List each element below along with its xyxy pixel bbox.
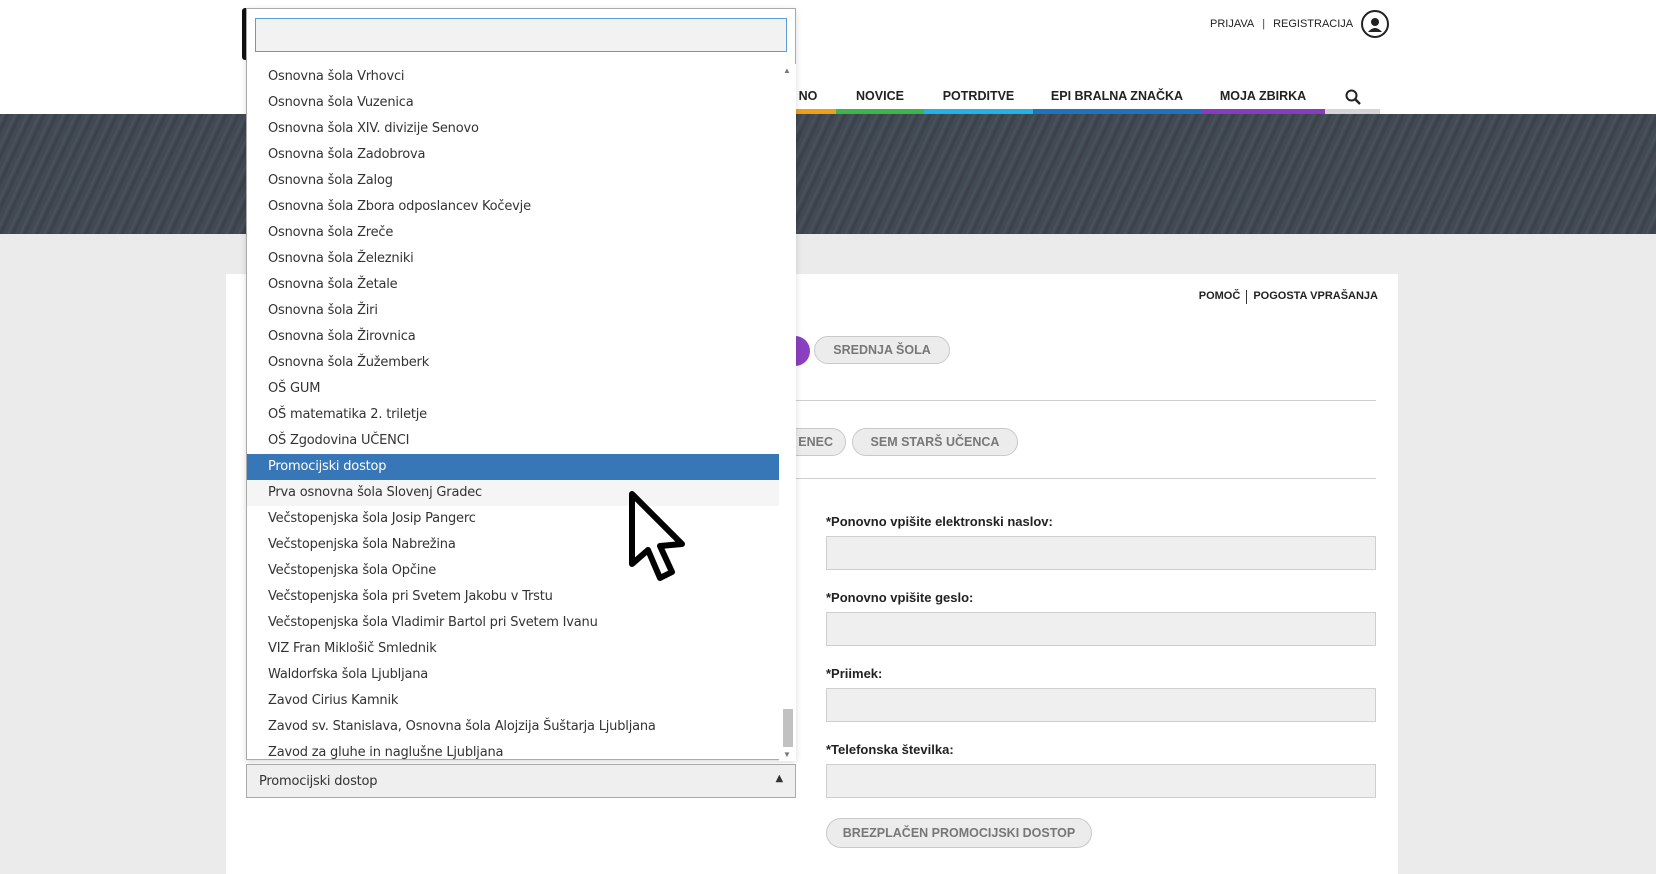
nav-item-potrditve[interactable]: POTRDITVE bbox=[924, 86, 1033, 118]
password-repeat-label: *Ponovno vpišite geslo: bbox=[826, 590, 974, 605]
school-search-input[interactable] bbox=[255, 18, 787, 52]
school-option[interactable]: Osnovna šola Zadobrova bbox=[247, 142, 779, 168]
mouse-pointer-icon bbox=[629, 491, 685, 581]
school-option[interactable]: Osnovna šola Vuzenica bbox=[247, 90, 779, 116]
school-option[interactable]: Osnovna šola Žužemberk bbox=[247, 350, 779, 376]
divider bbox=[796, 478, 1376, 479]
school-option[interactable]: Osnovna šola Zbora odposlancev Kočevje bbox=[247, 194, 779, 220]
search-icon bbox=[1345, 89, 1361, 108]
nav-item-label: NOVICE bbox=[856, 89, 904, 103]
school-option[interactable]: Zavod za gluhe in naglušne Ljubljana bbox=[247, 740, 779, 761]
nav-search-button[interactable] bbox=[1325, 86, 1380, 118]
nav-item-label: NO bbox=[798, 89, 818, 103]
school-option[interactable]: Osnovna šola Vrhovci bbox=[247, 64, 779, 90]
school-option[interactable]: Večstopenjska šola pri Svetem Jakobu v T… bbox=[247, 584, 779, 610]
school-option[interactable]: Prva osnovna šola Slovenj Gradec bbox=[247, 480, 779, 506]
help-links: POMOČ POGOSTA VPRAŠANJA bbox=[1199, 290, 1378, 304]
scroll-up-icon[interactable]: ▲ bbox=[783, 66, 791, 75]
nav-item-label: MOJA ZBIRKA bbox=[1219, 89, 1307, 103]
school-options-list: Osnovna šola Vrhovci Osnovna šola Vuzenic… bbox=[247, 64, 779, 761]
school-option[interactable]: OŠ Zgodovina UČENCI bbox=[247, 428, 779, 454]
secondary-school-button[interactable]: SREDNJA ŠOLA bbox=[814, 336, 950, 364]
school-option[interactable]: Zavod sv. Stanislava, Osnovna šola Alojz… bbox=[247, 714, 779, 740]
school-option[interactable]: Osnovna šola Železniki bbox=[247, 246, 779, 272]
school-option[interactable]: Osnovna šola Žirovnica bbox=[247, 324, 779, 350]
caret-up-icon: ▲ bbox=[775, 773, 784, 784]
register-link[interactable]: REGISTRACIJA bbox=[1273, 18, 1353, 30]
password-repeat-field[interactable] bbox=[826, 612, 1376, 646]
nav-item-label: EPI BRALNA ZNAČKA bbox=[1050, 89, 1184, 103]
school-select-value: Promocijski dostop bbox=[259, 773, 378, 789]
login-link[interactable]: PRIJAVA bbox=[1210, 18, 1254, 30]
school-option[interactable]: Zavod Cirius Kamnik bbox=[247, 688, 779, 714]
school-option[interactable]: Večstopenjska šola Josip Pangerc bbox=[247, 506, 779, 532]
auth-separator: | bbox=[1262, 18, 1266, 30]
school-select[interactable]: Promocijski dostop ▲ bbox=[246, 764, 796, 798]
scroll-down-icon[interactable]: ▼ bbox=[783, 750, 791, 759]
nav-item-moja-zbirka[interactable]: MOJA ZBIRKA bbox=[1201, 86, 1325, 118]
phone-field[interactable] bbox=[826, 764, 1376, 798]
school-option[interactable]: Večstopenjska šola Opčine bbox=[247, 558, 779, 584]
free-promo-access-button[interactable]: BREZPLAČEN PROMOCIJSKI DOSTOP bbox=[826, 818, 1092, 848]
email-repeat-field[interactable] bbox=[826, 536, 1376, 570]
school-option[interactable]: Osnovna šola Zreče bbox=[247, 220, 779, 246]
scrollbar-thumb[interactable] bbox=[783, 709, 793, 747]
school-option[interactable]: VIZ Fran Miklošič Smlednik bbox=[247, 636, 779, 662]
school-option[interactable]: Waldorfska šola Ljubljana bbox=[247, 662, 779, 688]
nav-item-novice[interactable]: NOVICE bbox=[836, 86, 924, 118]
phone-label: *Telefonska številka: bbox=[826, 742, 954, 757]
school-option[interactable]: Osnovna šola Žetale bbox=[247, 272, 779, 298]
school-option[interactable]: Večstopenjska šola Vladimir Bartol pri S… bbox=[247, 610, 779, 636]
nav-item-label: POTRDITVE bbox=[942, 89, 1015, 103]
school-select-dropdown: Osnovna šola Vrhovci Osnovna šola Vuzenic… bbox=[246, 8, 796, 761]
faq-link[interactable]: POGOSTA VPRAŠANJA bbox=[1253, 290, 1378, 304]
main-nav: NO NOVICE POTRDITVE EPI BRALNA ZNAČKA MO… bbox=[780, 86, 1380, 118]
user-silhouette-icon[interactable] bbox=[1361, 10, 1390, 38]
help-divider bbox=[1246, 290, 1248, 304]
school-option[interactable]: OŠ GUM bbox=[247, 376, 779, 402]
help-link[interactable]: POMOČ bbox=[1199, 290, 1241, 304]
divider bbox=[796, 400, 1376, 401]
auth-links: PRIJAVA | REGISTRACIJA bbox=[1210, 10, 1390, 38]
school-option[interactable]: Osnovna šola Zalog bbox=[247, 168, 779, 194]
school-option[interactable]: Večstopenjska šola Nabrežina bbox=[247, 532, 779, 558]
dropdown-scrollbar[interactable]: ▲ ▼ bbox=[779, 64, 796, 761]
surname-label: *Priimek: bbox=[826, 666, 883, 681]
school-option[interactable]: Osnovna šola XIV. divizije Senovo bbox=[247, 116, 779, 142]
parent-role-button[interactable]: SEM STARŠ UČENCA bbox=[852, 428, 1018, 456]
school-option-selected[interactable]: Promocijski dostop bbox=[247, 454, 779, 480]
nav-item-epi-bralna-znacka[interactable]: EPI BRALNA ZNAČKA bbox=[1033, 86, 1201, 118]
surname-field[interactable] bbox=[826, 688, 1376, 722]
school-option[interactable]: OŠ matematika 2. triletje bbox=[247, 402, 779, 428]
email-repeat-label: *Ponovno vpišite elektronski naslov: bbox=[826, 514, 1053, 529]
school-option[interactable]: Osnovna šola Žiri bbox=[247, 298, 779, 324]
